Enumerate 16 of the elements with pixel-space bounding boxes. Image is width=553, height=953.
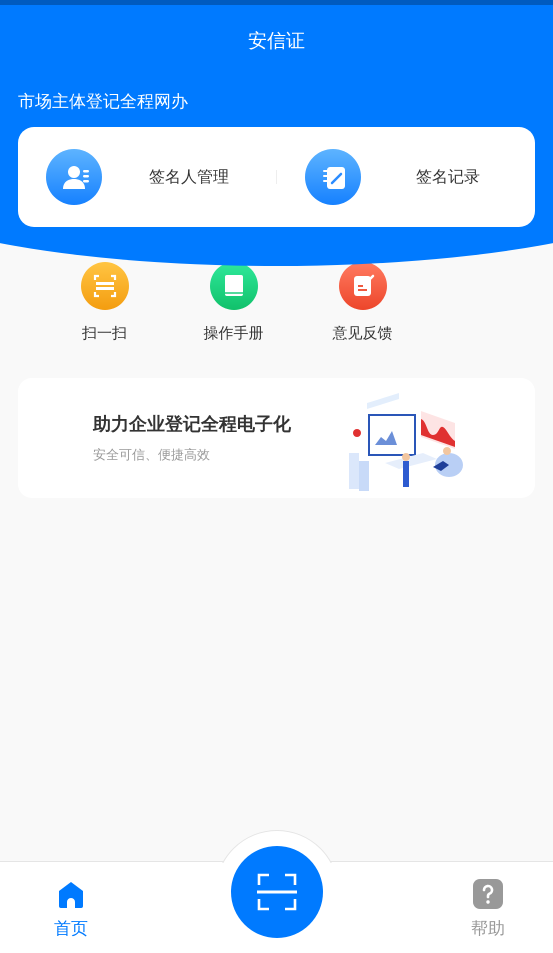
shortcut-label[interactable]: 操作手册 [204,324,264,343]
notebook-icon[interactable] [305,149,361,205]
help-icon [471,877,505,911]
contact-card-icon[interactable] [46,149,102,205]
action-label[interactable]: 签名记录 [361,166,535,188]
action-label[interactable]: 签名人管理 [102,166,276,188]
shortcut-label[interactable]: 扫一扫 [82,324,127,343]
shortcut-label[interactable]: 意见反馈 [332,324,392,343]
note-icon[interactable] [338,262,386,310]
banner-title: 助力企业登记全程电子化 [93,413,292,436]
banner-subtitle: 安全可信、便捷高效 [93,447,211,464]
scan-icon [257,873,297,911]
section-title: 市场主体登记全程网办 [18,91,189,113]
page-title: 安信证 [247,29,306,54]
scan-icon[interactable] [80,262,128,310]
home-tab[interactable]: 首页 [54,877,88,940]
